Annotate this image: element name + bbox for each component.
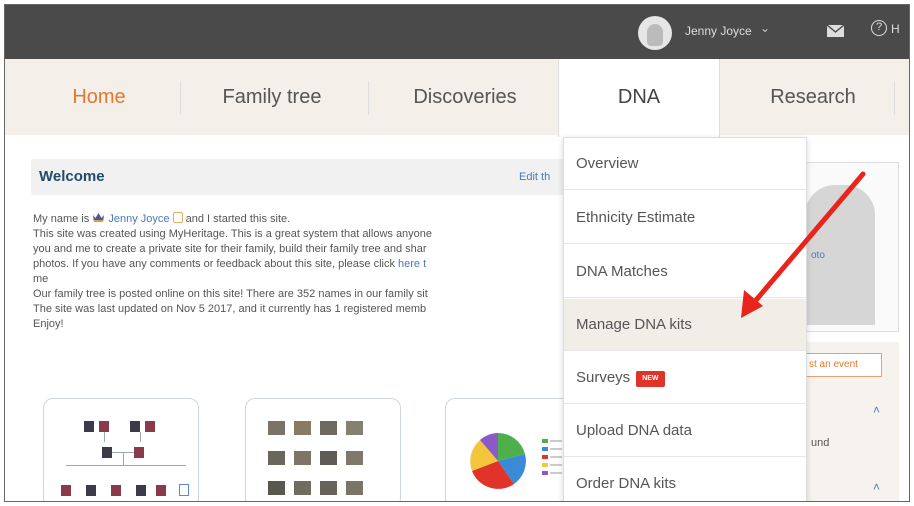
user-name[interactable]: Jenny Joyce	[685, 24, 752, 38]
tree-person	[134, 447, 144, 458]
tree-person	[130, 421, 140, 432]
menu-item-overview[interactable]: Overview	[564, 138, 806, 190]
photo-tile	[268, 421, 285, 435]
chevron-up-icon[interactable]: ˄	[873, 403, 880, 417]
tree-person	[156, 485, 166, 496]
nav-divider	[894, 81, 895, 115]
dna-dropdown-menu: Overview Ethnicity Estimate DNA Matches …	[563, 137, 807, 501]
add-photo-link[interactable]: oto	[811, 250, 825, 261]
photo-tile	[294, 481, 311, 495]
help-icon[interactable]: ?	[871, 20, 887, 36]
photo-tile	[268, 481, 285, 495]
main-nav: Home Family tree Discoveries DNA Researc…	[5, 59, 909, 137]
new-badge: NEW	[636, 371, 665, 387]
edit-link[interactable]: Edit th	[519, 171, 550, 183]
events-text: und	[811, 437, 830, 449]
feedback-link[interactable]: here t	[398, 258, 426, 270]
photo-tile	[320, 451, 337, 465]
menu-item-surveys-label: Surveys	[576, 369, 631, 386]
menu-item-manage-dna-kits[interactable]: Manage DNA kits	[564, 299, 806, 351]
tree-line	[104, 432, 105, 442]
menu-item-ethnicity-estimate[interactable]: Ethnicity Estimate	[564, 192, 806, 244]
welcome-line: This site was created using MyHeritage. …	[33, 228, 433, 240]
tree-person	[145, 421, 155, 432]
nav-research[interactable]: Research	[758, 59, 868, 135]
tree-person	[84, 421, 94, 432]
tree-person-empty	[179, 484, 189, 496]
help-label[interactable]: H	[891, 22, 900, 36]
photo-tile	[294, 421, 311, 435]
nav-dna[interactable]: DNA	[558, 59, 720, 137]
family-crown-icon	[93, 213, 105, 222]
photo-tile	[268, 451, 285, 465]
tree-person	[102, 447, 112, 458]
welcome-line: The site was last updated on Nov 5 2017,…	[33, 303, 427, 315]
photo-tile	[346, 451, 363, 465]
nav-home[interactable]: Home	[59, 59, 139, 135]
welcome-line: Our family tree is posted online on this…	[33, 288, 428, 300]
menu-item-upload-dna-data[interactable]: Upload DNA data	[564, 405, 806, 457]
welcome-text: My name is Jenny Joyce and I started thi…	[33, 212, 563, 332]
photo-tile	[320, 481, 337, 495]
welcome-title: Welcome	[39, 168, 105, 185]
tree-person	[86, 485, 96, 496]
welcome-text-segment: and I started this site.	[185, 213, 291, 225]
nav-family-tree[interactable]: Family tree	[210, 59, 334, 135]
photo-tile	[320, 421, 337, 435]
chevron-down-icon[interactable]: ⌄	[760, 21, 770, 35]
menu-item-surveys[interactable]: Surveys NEW	[564, 352, 806, 404]
family-tree-thumbnail[interactable]	[43, 398, 199, 501]
photo-tile	[346, 421, 363, 435]
mail-icon[interactable]	[827, 25, 844, 37]
photos-thumbnail[interactable]	[245, 398, 401, 501]
tree-person	[99, 421, 109, 432]
tree-line	[66, 465, 186, 466]
tree-person	[136, 485, 146, 496]
chevron-up-icon[interactable]: ˄	[873, 480, 880, 494]
tree-line	[123, 453, 124, 465]
add-event-button[interactable]: st an event	[798, 353, 882, 377]
welcome-text-segment: photos. If you have any comments or feed…	[33, 258, 399, 270]
top-bar: Jenny Joyce ⌄ ? H	[5, 5, 909, 59]
welcome-line: me	[33, 273, 49, 285]
nav-divider	[368, 81, 369, 115]
welcome-text-segment: My name is	[33, 213, 93, 225]
tree-person	[111, 485, 121, 496]
photo-tile	[346, 481, 363, 495]
menu-item-dna-matches[interactable]: DNA Matches	[564, 246, 806, 298]
photo-tile	[294, 451, 311, 465]
tree-line	[140, 432, 141, 442]
nav-divider	[180, 81, 181, 115]
menu-item-order-dna-kits[interactable]: Order DNA kits	[564, 458, 806, 501]
screenshot-frame: Jenny Joyce ⌄ ? H Home Family tree Disco…	[4, 4, 910, 502]
welcome-line: Enjoy!	[33, 318, 64, 330]
welcome-header: Welcome Edit th	[31, 159, 571, 195]
user-name-link[interactable]: Jenny Joyce	[108, 213, 169, 225]
relationship-icon[interactable]	[172, 212, 183, 223]
avatar[interactable]	[638, 16, 672, 50]
tree-person	[61, 485, 71, 496]
nav-discoveries[interactable]: Discoveries	[400, 59, 530, 135]
welcome-line: you and me to create a private site for …	[33, 243, 427, 255]
